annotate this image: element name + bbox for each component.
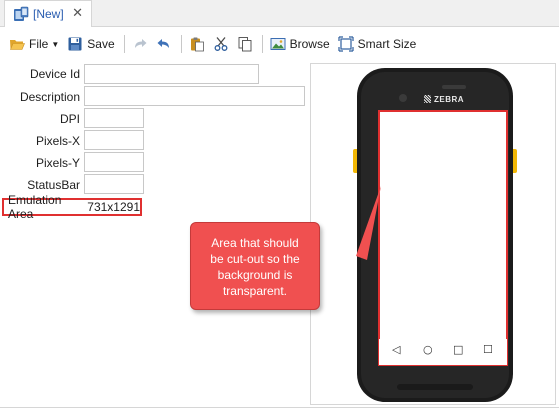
redo-button[interactable] — [129, 33, 151, 55]
device-image — [353, 68, 517, 402]
back-nav-icon[interactable]: ◁ — [392, 343, 400, 356]
emulation-area-label: Emulation Area — [8, 193, 62, 221]
device-id-label: Device Id — [29, 67, 80, 81]
file-menu-button[interactable]: File ▼ — [6, 33, 62, 55]
copy-icon — [237, 36, 253, 52]
close-icon[interactable]: ✕ — [72, 6, 83, 21]
pixels-x-label: Pixels-X — [35, 134, 80, 148]
resize-icon — [338, 36, 354, 52]
save-button[interactable]: Save — [64, 33, 117, 55]
paste-button[interactable] — [186, 33, 208, 55]
description-label: Description — [19, 90, 80, 104]
zebra-logo-icon — [424, 95, 431, 103]
device-id-field[interactable] — [84, 64, 259, 84]
toolbar-separator — [180, 35, 182, 53]
file-menu-label: File — [29, 37, 49, 51]
copy-button[interactable] — [234, 33, 256, 55]
dpi-label: DPI — [59, 112, 80, 126]
dpi-field[interactable] — [84, 108, 144, 128]
save-label: Save — [87, 37, 115, 51]
undo-icon — [156, 36, 172, 52]
tab-new[interactable]: [New] ✕ — [4, 0, 92, 27]
home-nav-icon[interactable]: ○ — [423, 343, 433, 356]
smart-size-button[interactable]: Smart Size — [335, 33, 420, 55]
cut-button[interactable] — [210, 33, 232, 55]
tab-label: [New] — [33, 7, 64, 21]
image-icon — [270, 36, 286, 52]
menu-nav-icon[interactable]: ☐ — [483, 343, 493, 356]
browse-button[interactable]: Browse — [267, 33, 333, 55]
toolbar-separator — [261, 35, 263, 53]
callout-line: Area that should — [211, 236, 299, 250]
toolbar-separator — [123, 35, 125, 53]
redo-icon — [132, 36, 148, 52]
document-tab-strip: [New] ✕ — [0, 0, 559, 27]
callout-line: background is — [217, 268, 293, 282]
toolbar: File ▼ Save Browse Smart Size — [0, 28, 559, 60]
device-preview-panel: ZEBRA ◁ ○ □ ☐ — [310, 63, 556, 405]
paste-icon — [189, 36, 205, 52]
pixels-x-field[interactable] — [84, 130, 144, 150]
description-field[interactable] — [84, 86, 305, 106]
bottom-border — [0, 407, 559, 408]
statusbar-field[interactable] — [84, 174, 144, 194]
save-icon — [67, 36, 83, 52]
emulation-screen-area — [378, 110, 508, 366]
recent-apps-icon[interactable]: □ — [453, 343, 463, 356]
callout-line: be cut-out so the — [210, 252, 300, 266]
folder-open-icon — [9, 36, 25, 52]
scissors-icon — [213, 36, 229, 52]
pixels-y-label: Pixels-Y — [35, 156, 80, 170]
browse-label: Browse — [289, 37, 330, 51]
device-icon — [13, 6, 29, 22]
smart-size-label: Smart Size — [357, 37, 417, 51]
brand-logo: ZEBRA — [434, 95, 465, 104]
pixels-y-field[interactable] — [84, 152, 144, 172]
callout-line: transparent. — [222, 284, 288, 298]
dropdown-caret-icon: ▼ — [51, 39, 60, 49]
statusbar-label: StatusBar — [27, 178, 80, 192]
annotation-callout: Area that should be cut-out so the backg… — [190, 222, 320, 310]
emulation-area-value: 731x1291 — [87, 200, 140, 214]
undo-button[interactable] — [153, 33, 175, 55]
emulation-area-highlight: Emulation Area 731x1291 — [2, 193, 142, 221]
